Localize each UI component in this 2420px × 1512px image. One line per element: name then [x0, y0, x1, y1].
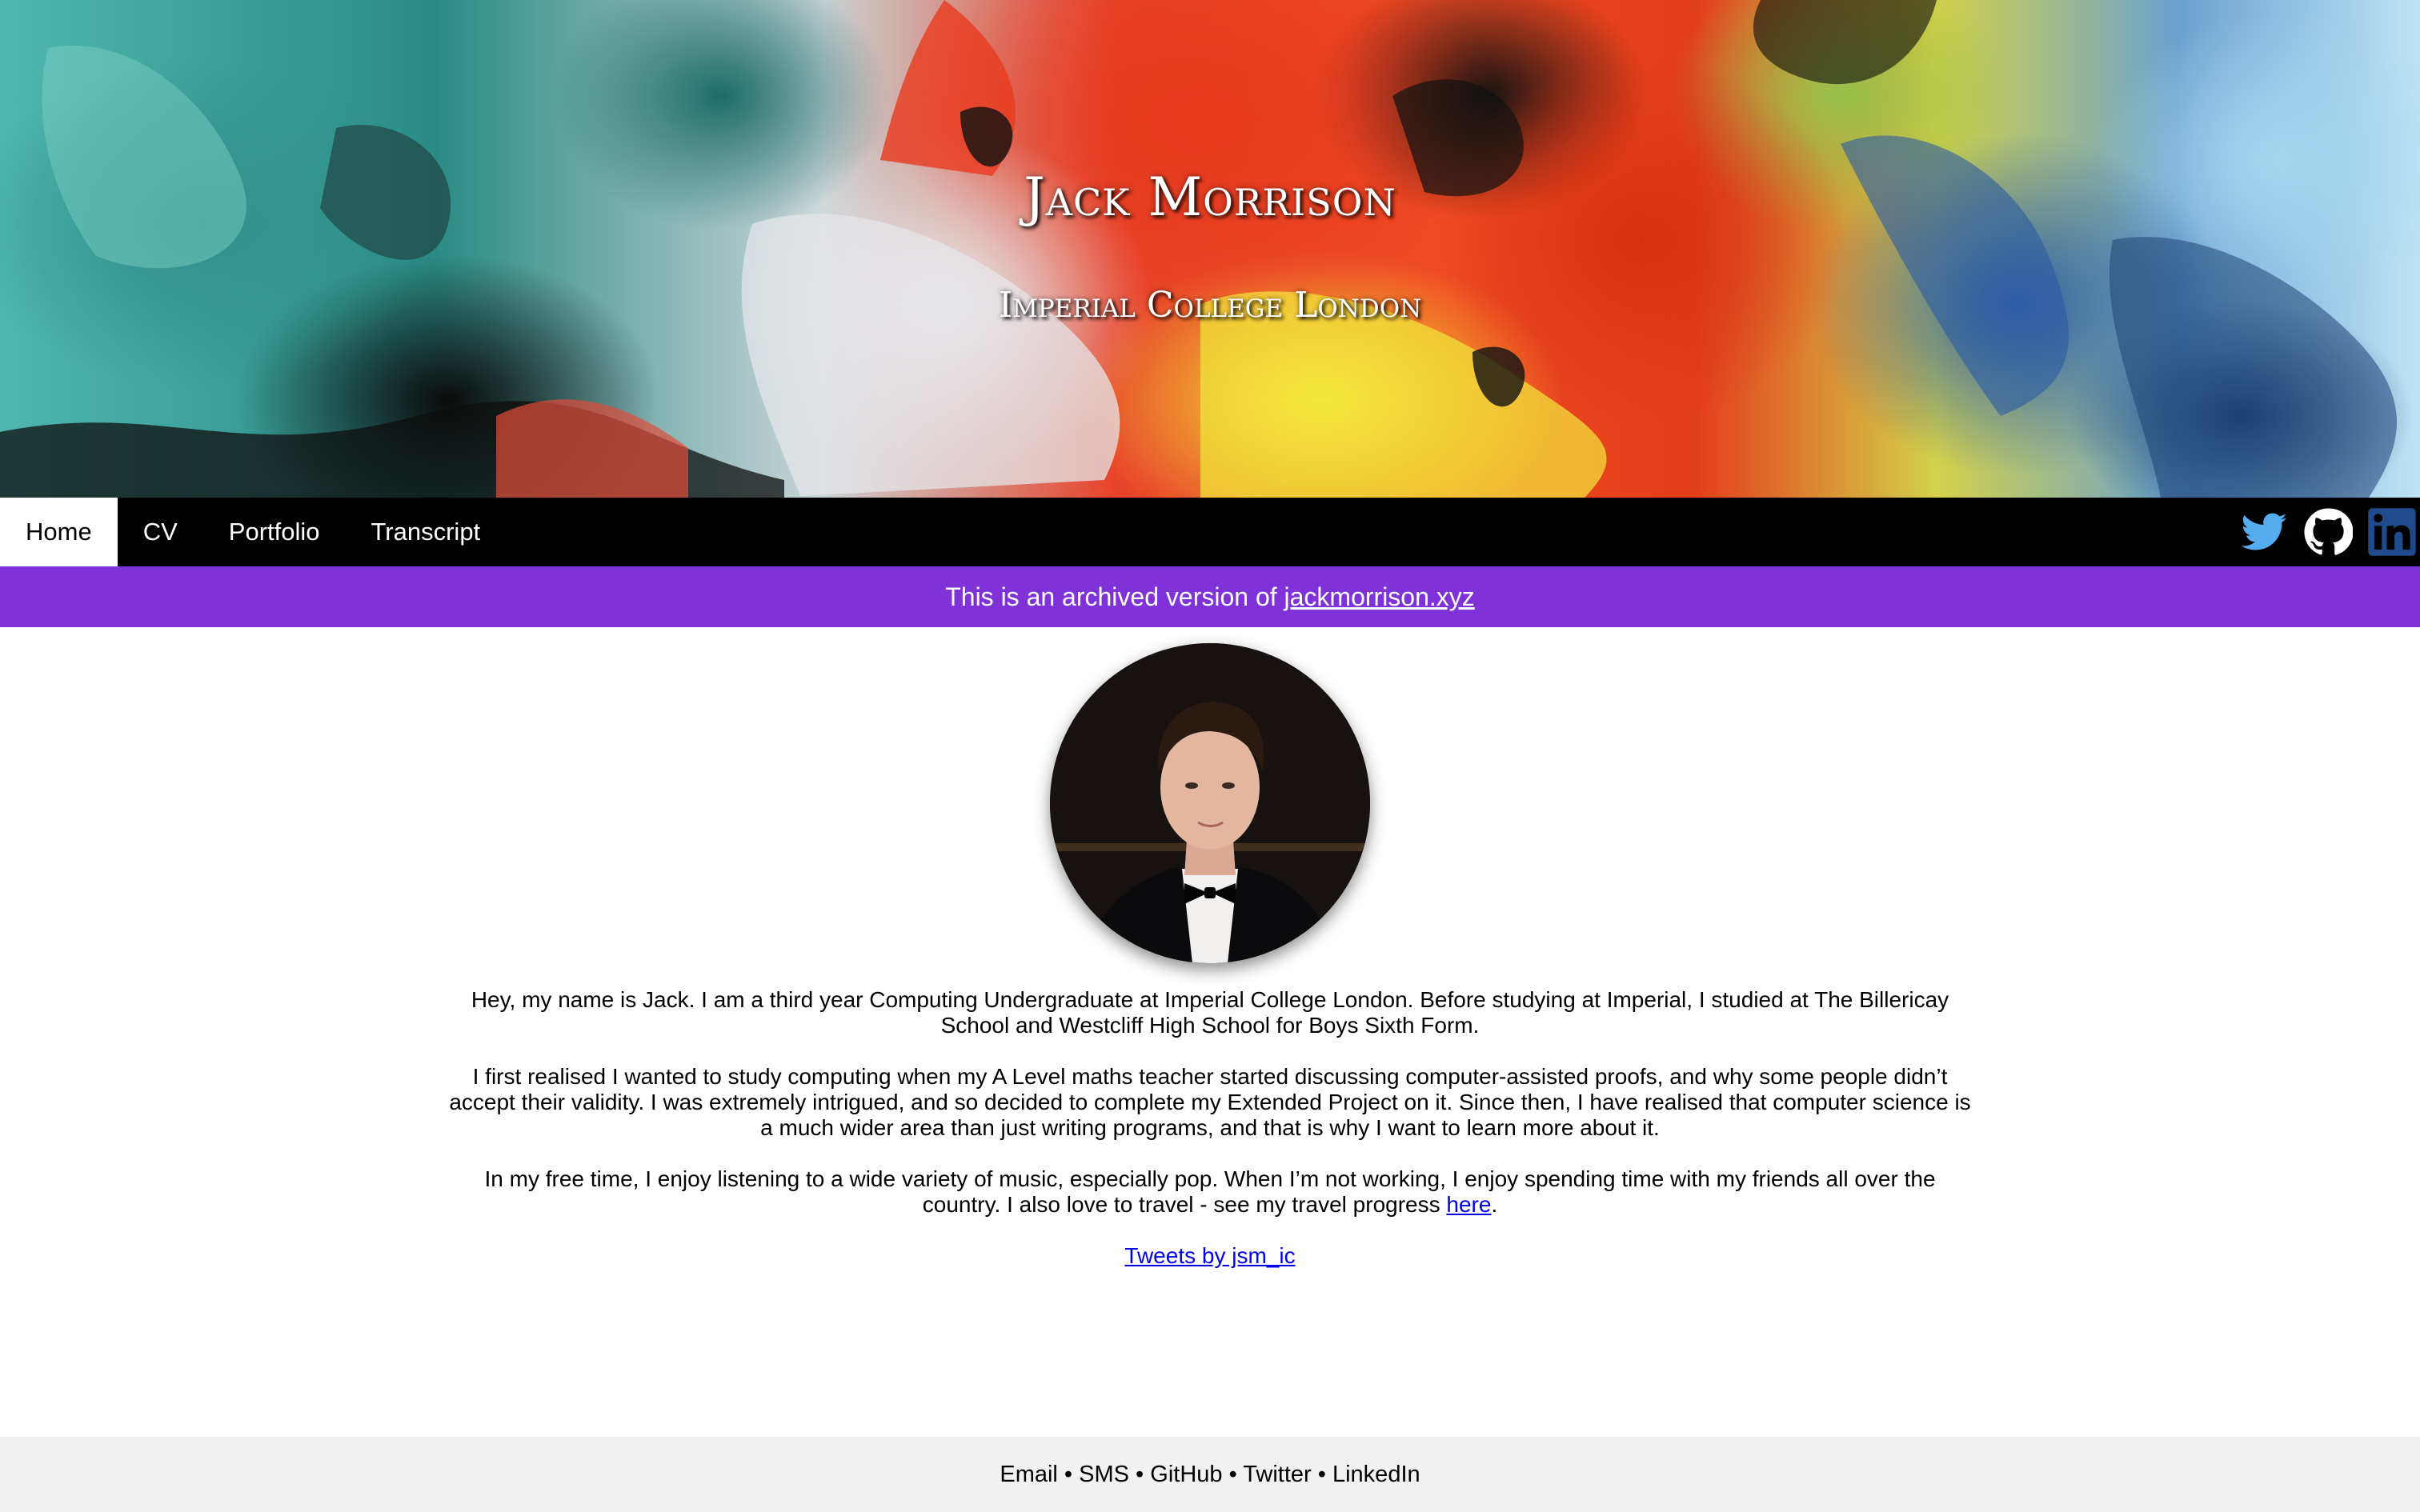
archive-notice-text: This is an archived version of	[945, 582, 1284, 611]
about-paragraph-3: In my free time, I enjoy listening to a …	[448, 1166, 1972, 1218]
nav-item-cv[interactable]: CV	[118, 498, 203, 566]
main-nav: Home CV Portfolio Transcript	[0, 498, 2420, 566]
footer-link-linkedin[interactable]: LinkedIn	[1332, 1462, 1420, 1487]
about-paragraph-1: Hey, my name is Jack. I am a third year …	[471, 987, 1949, 1038]
profile-photo	[1050, 643, 1370, 963]
social-links	[2239, 498, 2420, 566]
tweets-link[interactable]: Tweets by jsm_ic	[1124, 1243, 1295, 1269]
travel-progress-link[interactable]: here	[1446, 1192, 1491, 1217]
paragraph-3-text: In my free time, I enjoy listening to a …	[484, 1166, 1936, 1217]
abstract-paint-background	[0, 0, 2397, 498]
header-banner: Jack Morrison Imperial College London	[0, 0, 2420, 498]
footer-separator: •	[1129, 1462, 1151, 1487]
twitter-icon[interactable]	[2239, 507, 2289, 557]
nav-item-transcript[interactable]: Transcript	[346, 498, 507, 566]
nav-item-portfolio[interactable]: Portfolio	[203, 498, 346, 566]
footer-link-twitter[interactable]: Twitter	[1243, 1462, 1311, 1487]
page: Jack Morrison Imperial College London Ho…	[0, 0, 2420, 1512]
profile-portrait	[1050, 643, 1370, 963]
footer-separator: •	[1222, 1462, 1244, 1487]
footer-link-github[interactable]: GitHub	[1150, 1462, 1222, 1487]
linkedin-icon[interactable]	[2367, 507, 2417, 557]
github-icon[interactable]	[2303, 507, 2353, 557]
archive-notice: This is an archived version of jackmorri…	[0, 566, 2420, 627]
footer-separator: •	[1311, 1462, 1332, 1487]
nav-item-home[interactable]: Home	[0, 498, 118, 566]
site-subtitle: Imperial College London	[998, 285, 1422, 326]
footer-link-sms[interactable]: SMS	[1079, 1462, 1129, 1487]
site-title: Jack Morrison	[1024, 166, 1396, 228]
footer-link-email[interactable]: Email	[1000, 1462, 1058, 1487]
footer-separator: •	[1057, 1462, 1080, 1487]
footer: Email • SMS • GitHub • Twitter • LinkedI…	[0, 1437, 2420, 1512]
about-section: Hey, my name is Jack. I am a third year …	[448, 987, 1972, 1269]
about-paragraph-2: I first realised I wanted to study compu…	[449, 1064, 1971, 1140]
paragraph-3-suffix: .	[1491, 1192, 1498, 1217]
nav-links: Home CV Portfolio Transcript	[0, 498, 506, 566]
archive-link[interactable]: jackmorrison.xyz	[1284, 582, 1475, 611]
